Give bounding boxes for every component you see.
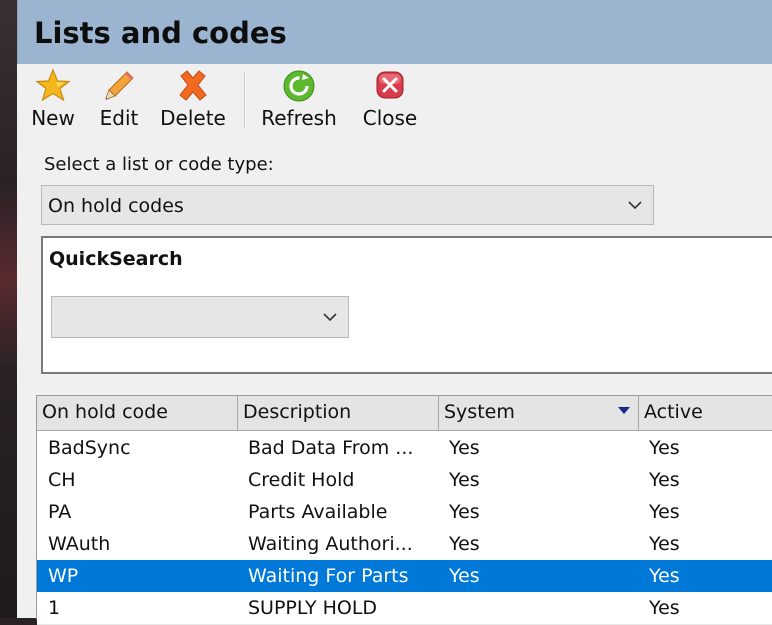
cell-active: Yes — [649, 533, 680, 555]
table-row[interactable]: BadSync Bad Data From ... Yes Yes — [37, 432, 772, 465]
cell-active: Yes — [649, 437, 680, 459]
table-row-selected[interactable]: WP Waiting For Parts Yes Yes — [37, 560, 772, 593]
cell-description: Parts Available — [248, 501, 388, 523]
new-label: New — [31, 106, 75, 130]
column-header-code[interactable]: On hold code — [37, 396, 238, 430]
delete-button[interactable]: Delete — [158, 68, 228, 130]
edit-label: Edit — [99, 106, 139, 130]
cell-description: SUPPLY HOLD — [248, 597, 378, 619]
refresh-button[interactable]: Refresh — [258, 68, 340, 130]
cell-code: PA — [48, 501, 72, 523]
column-header-system-label: System — [444, 401, 515, 423]
cell-system: Yes — [449, 437, 480, 459]
cell-code: WP — [48, 565, 79, 587]
chevron-down-icon — [628, 201, 642, 210]
codes-grid: On hold code Description System Active B… — [36, 395, 772, 625]
refresh-icon — [283, 70, 315, 102]
close-icon — [376, 71, 404, 99]
toolbar: New Edit Delete Refresh Close — [17, 64, 772, 134]
cell-system: Yes — [449, 565, 480, 587]
toolbar-separator — [244, 72, 246, 128]
delete-label: Delete — [160, 106, 226, 130]
cell-system: Yes — [449, 501, 480, 523]
cell-system: Yes — [449, 469, 480, 491]
quicksearch-panel: QuickSearch — [41, 236, 772, 374]
close-label: Close — [362, 106, 418, 130]
table-row[interactable]: WAuth Waiting Authori... Yes Yes — [37, 528, 772, 561]
cell-active: Yes — [649, 469, 680, 491]
cell-active: Yes — [649, 501, 680, 523]
table-row[interactable]: PA Parts Available Yes Yes — [37, 496, 772, 529]
table-row[interactable]: 1 SUPPLY HOLD Yes — [37, 592, 772, 625]
close-button[interactable]: Close — [359, 68, 421, 130]
background-edge — [0, 0, 17, 618]
title-bar: Lists and codes — [17, 0, 772, 64]
cell-description: Bad Data From ... — [248, 437, 414, 459]
cell-code: CH — [48, 469, 76, 491]
quicksearch-title: QuickSearch — [49, 248, 183, 270]
edit-button[interactable]: Edit — [95, 68, 143, 130]
column-header-description[interactable]: Description — [238, 396, 439, 430]
window-title: Lists and codes — [34, 16, 287, 50]
pencil-icon — [105, 71, 134, 100]
column-header-active[interactable]: Active — [639, 396, 772, 430]
list-type-label: Select a list or code type: — [44, 154, 274, 175]
star-icon — [35, 68, 71, 102]
list-type-dropdown[interactable]: On hold codes — [41, 185, 654, 225]
cell-code: 1 — [48, 597, 61, 619]
list-type-value: On hold codes — [48, 195, 184, 217]
table-row[interactable]: CH Credit Hold Yes Yes — [37, 464, 772, 497]
cell-code: BadSync — [48, 437, 131, 459]
cell-active: Yes — [649, 597, 680, 619]
refresh-label: Refresh — [261, 106, 337, 130]
x-delete-icon — [179, 70, 207, 101]
cell-system: Yes — [449, 533, 480, 555]
cell-description: Waiting Authori... — [248, 533, 413, 555]
grid-header: On hold code Description System Active — [37, 396, 772, 431]
chevron-down-icon — [323, 313, 337, 322]
cell-description: Waiting For Parts — [248, 565, 409, 587]
grid-toolbar-gap — [17, 374, 772, 394]
cell-code: WAuth — [48, 533, 111, 555]
cell-description: Credit Hold — [248, 469, 355, 491]
column-header-system[interactable]: System — [439, 396, 639, 430]
new-button[interactable]: New — [27, 68, 79, 130]
quicksearch-dropdown[interactable] — [51, 296, 349, 338]
cell-active: Yes — [649, 565, 680, 587]
sort-descending-icon — [618, 407, 630, 414]
